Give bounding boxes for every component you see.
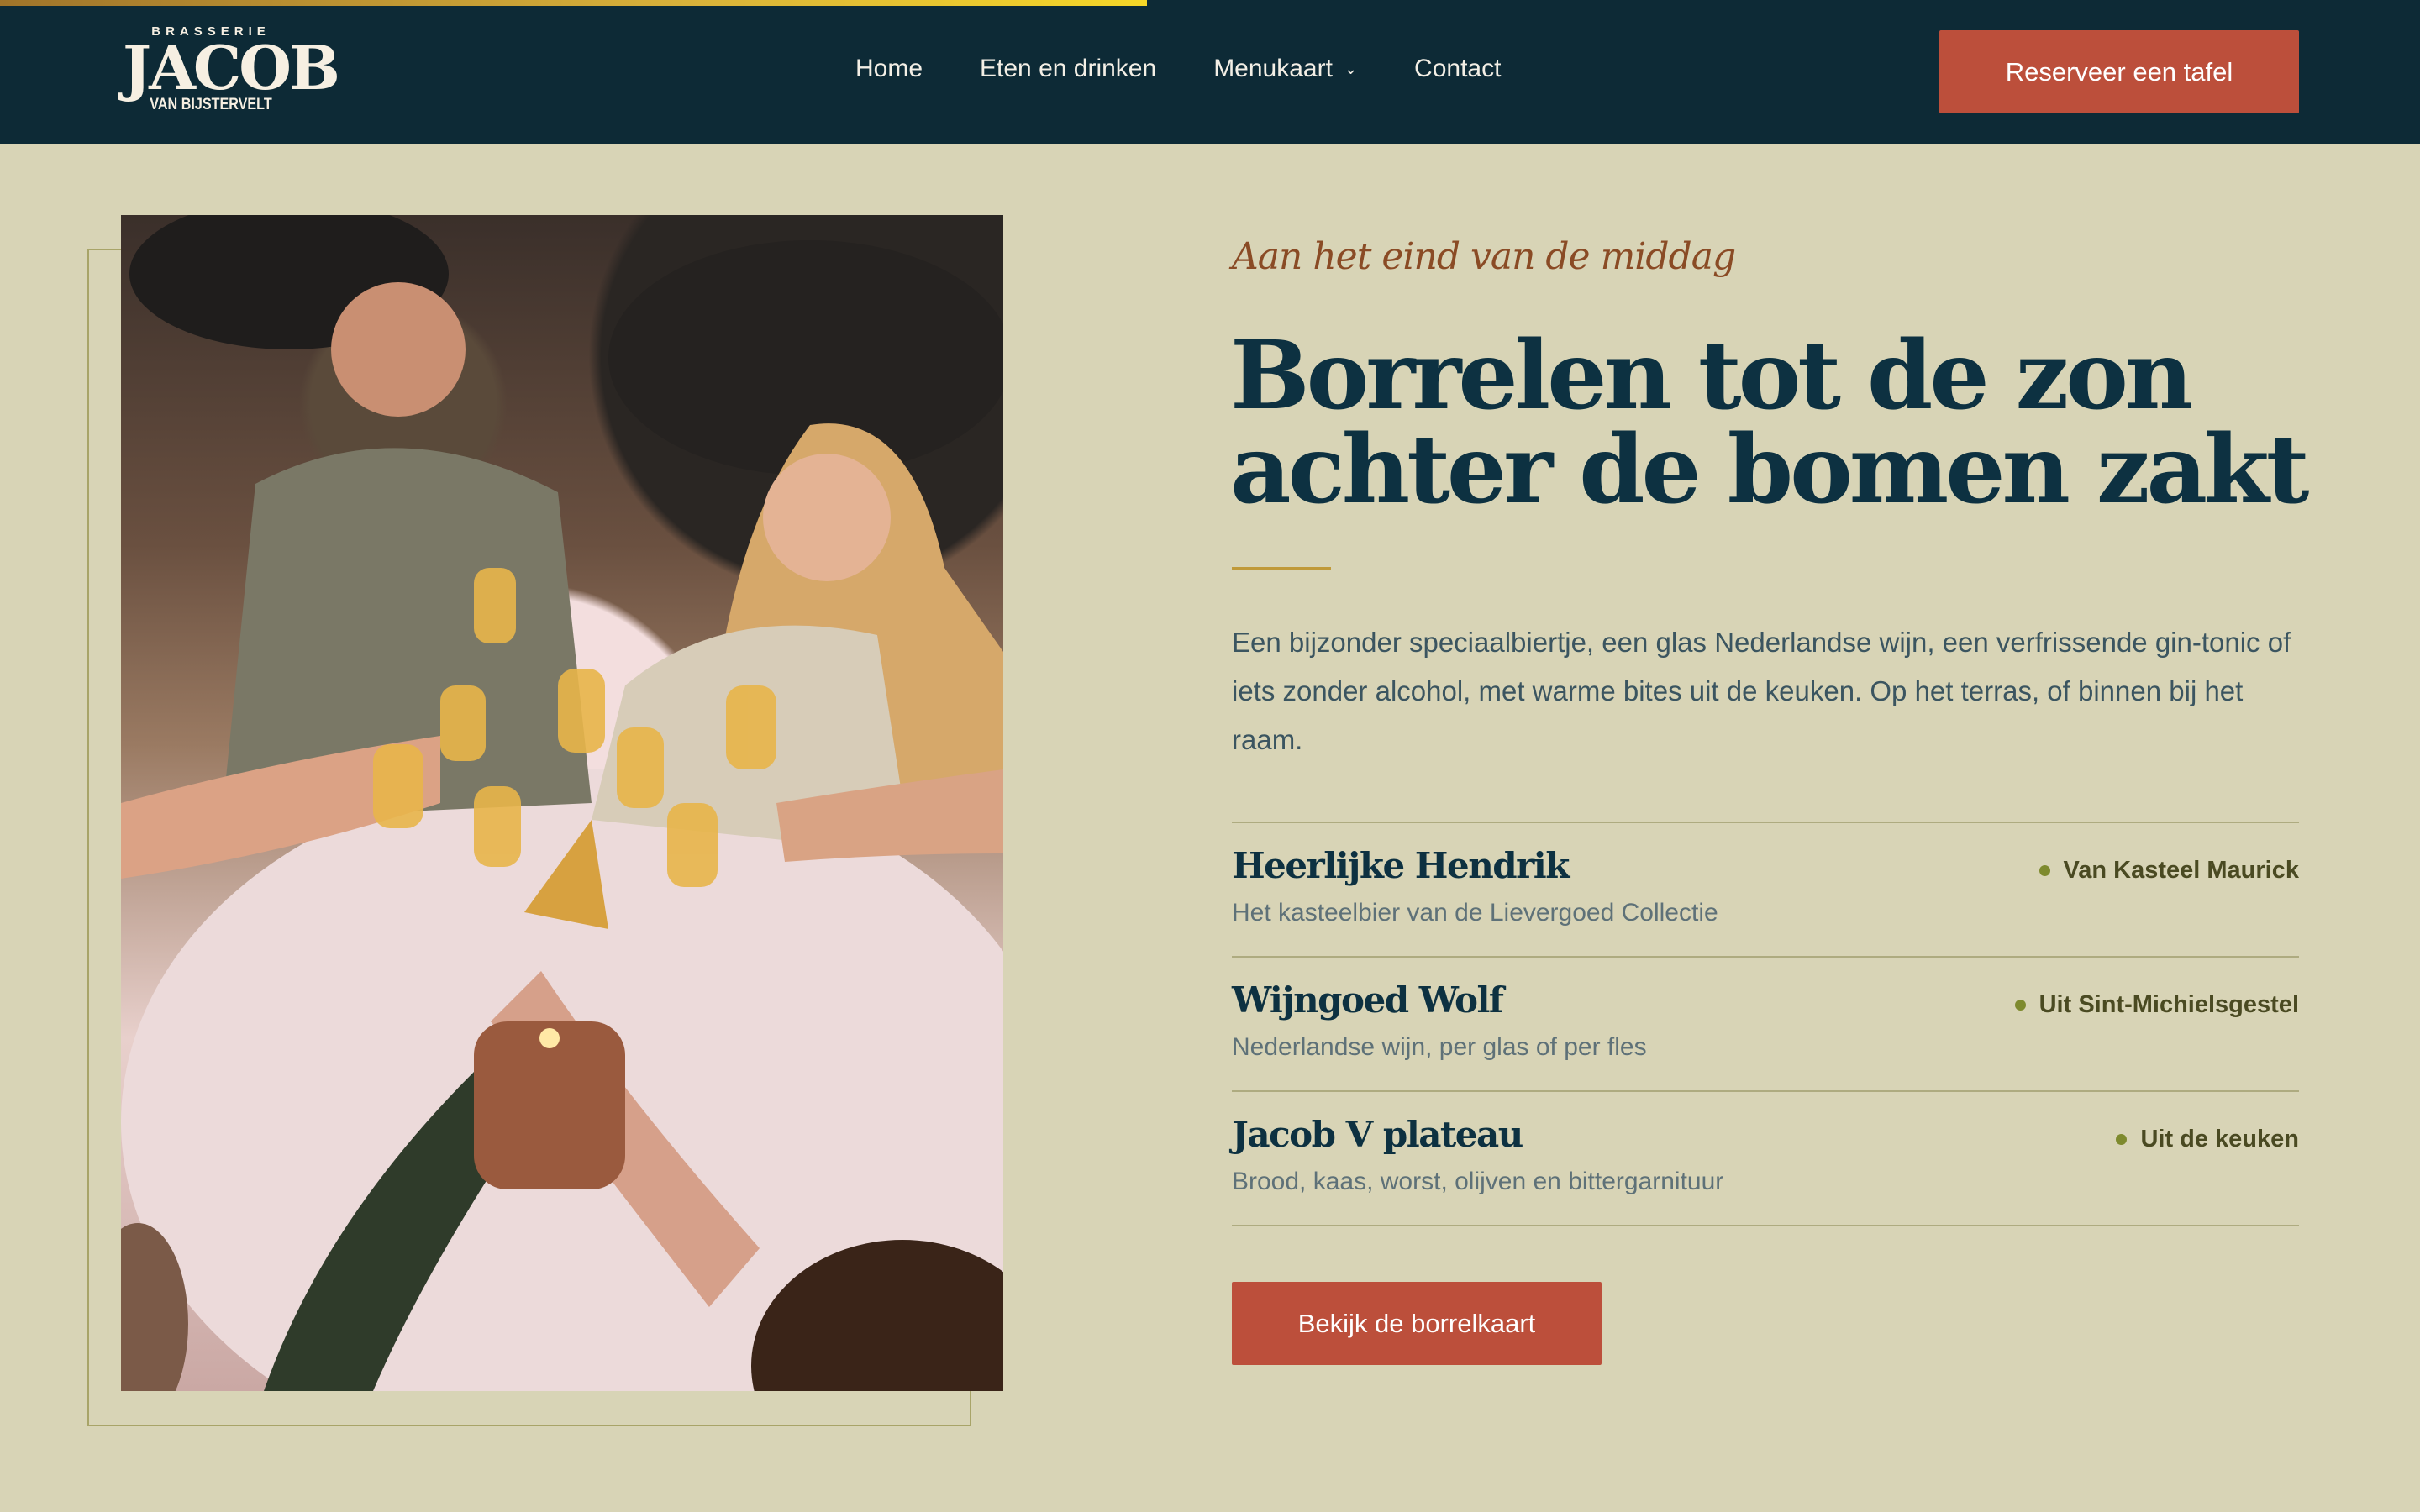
item-description: Het kasteelbier van de Lievergoed Collec… [1232,899,1718,927]
nav-menukaart[interactable]: Menukaart ⌄ [1213,55,1357,83]
item-name: Heerlijke Hendrik [1232,845,1570,886]
photo-illustration [121,215,1003,1391]
nav-contact[interactable]: Contact [1414,55,1501,83]
item-origin-label: Uit Sint-Michielsgestel [2039,991,2299,1018]
nav-home[interactable]: Home [855,55,923,83]
brand-logo[interactable]: BRASSERIE JACOB VAN BIJSTERVELT [123,24,340,118]
view-borrelkaart-button[interactable]: Bekijk de borrelkaart [1232,1282,1602,1365]
dot-icon [2116,1134,2128,1145]
item-name: Wijngoed Wolf [1232,979,1504,1021]
list-item-heerlijke-hendrik: Heerlijke Hendrik Het kasteelbier van de… [1232,823,2299,958]
logo-main-text: JACOB [123,32,340,103]
chevron-down-icon: ⌄ [1344,60,1358,77]
headline-line-2: achter de bomen zakt [1230,415,2309,525]
nav-home-label: Home [855,55,923,82]
item-description: Nederlandse wijn, per glas of per fles [1232,1033,1647,1061]
nav-eten-en-drinken[interactable]: Eten en drinken [980,55,1156,83]
intro-paragraph: Een bijzonder speciaalbiertje, een glas … [1232,627,2291,755]
list-item-jacob-v-plateau: Jacob V plateau Brood, kaas, worst, olij… [1232,1092,2299,1226]
nav-eten-label: Eten en drinken [980,55,1157,82]
item-origin-label: Uit de keuken [2140,1126,2299,1152]
main-nav: Home Eten en drinken Menukaart ⌄ Contact [855,49,1558,89]
dot-icon [2014,1000,2026,1011]
eyebrow-script: Aan het eind van de middag [1232,235,1736,278]
accent-rule [1232,567,1331,570]
item-origin-tag: Uit Sint-Michielsgestel [2014,991,2299,1019]
logo-sub-text: VAN BIJSTERVELT [150,96,272,113]
item-description: Brood, kaas, worst, olijven en bittergar… [1232,1168,1724,1195]
hero-photo-toast [121,215,1003,1391]
nav-contact-label: Contact [1414,55,1502,82]
scroll-progress-bar [0,0,1148,6]
item-name: Jacob V plateau [1232,1114,1523,1155]
item-origin-label: Van Kasteel Maurick [2063,857,2299,884]
highlight-list: Heerlijke Hendrik Het kasteelbier van de… [1232,822,2299,1226]
item-origin-tag: Van Kasteel Maurick [2039,857,2299,885]
reserve-table-button[interactable]: Reserveer een tafel [1939,30,2299,113]
list-item-wijngoed-wolf: Wijngoed Wolf Nederlandse wijn, per glas… [1232,958,2299,1092]
nav-menukaart-label: Menukaart [1213,55,1333,82]
site-header: BRASSERIE JACOB VAN BIJSTERVELT Home Ete… [0,0,2420,144]
page-title: Borrelen tot de zon achter de bomen zakt [1230,329,2323,517]
dot-icon [2039,865,2050,876]
item-origin-tag: Uit de keuken [2116,1126,2299,1153]
